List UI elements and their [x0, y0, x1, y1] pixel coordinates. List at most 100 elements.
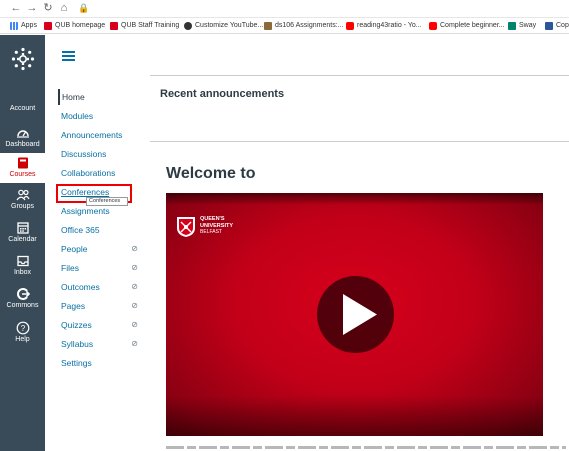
bookmark-qub-homepage[interactable]: QUB homepage — [44, 20, 105, 32]
bookmarks-bar: Apps QUB homepage QUB Staff Training Cus… — [0, 18, 569, 34]
course-nav-outcomes[interactable]: Outcomes ⊘ — [58, 279, 148, 295]
bookmark-apps[interactable]: Apps — [10, 20, 37, 32]
nav-groups-label: Groups — [11, 203, 34, 210]
inbox-icon — [16, 255, 29, 267]
calendar-icon — [16, 222, 29, 234]
bookmark-label: Cop — [556, 22, 569, 29]
course-nav-label: Syllabus — [61, 339, 94, 349]
course-nav-label: Assignments — [61, 206, 110, 216]
course-nav-label: Office 365 — [61, 225, 100, 235]
nav-help-label: Help — [15, 336, 30, 343]
content-divider — [150, 141, 569, 142]
help-question-icon: ? — [16, 321, 29, 335]
nav-groups[interactable]: Groups — [0, 185, 45, 215]
course-nav-modules[interactable]: Modules — [58, 108, 148, 124]
course-nav-announcements[interactable]: Announcements — [58, 127, 148, 143]
back-icon[interactable]: ← — [10, 2, 22, 14]
youtube-favicon-icon — [429, 22, 437, 30]
groups-icon — [16, 189, 30, 201]
home-icon[interactable]: ⌂ — [58, 2, 70, 14]
course-nav-home[interactable]: Home — [58, 89, 148, 105]
canvas-logo-icon[interactable] — [11, 47, 35, 71]
video-top-shade — [166, 193, 543, 205]
bookmark-label: ds106 Assignments:... — [275, 22, 344, 29]
apps-grid-icon — [10, 22, 18, 30]
course-nav-office-365[interactable]: Office 365 — [58, 222, 148, 238]
bookmark-reading43ratio[interactable]: reading43ratio - Yo... — [346, 20, 422, 32]
course-nav-settings[interactable]: Settings — [58, 355, 148, 371]
course-nav-label: Quizzes — [61, 320, 92, 330]
welcome-heading: Welcome to — [166, 165, 256, 182]
nav-inbox[interactable]: Inbox — [0, 251, 45, 281]
play-button[interactable] — [317, 276, 394, 353]
bookmark-label: Apps — [21, 22, 37, 29]
course-nav-pages[interactable]: Pages ⊘ — [58, 298, 148, 314]
link-tooltip: Conferences — [86, 197, 128, 206]
youtube-favicon-icon — [346, 22, 354, 30]
forward-icon[interactable]: → — [26, 2, 38, 14]
bookmark-label: reading43ratio - Yo... — [357, 22, 422, 29]
course-nav-label: Pages — [61, 301, 86, 311]
qub-favicon-icon — [110, 22, 118, 30]
nav-dashboard-label: Dashboard — [5, 141, 40, 148]
nav-calendar[interactable]: Calendar — [0, 218, 45, 248]
course-nav-syllabus[interactable]: Syllabus ⊘ — [58, 336, 148, 352]
nav-commons-label: Commons — [6, 302, 39, 309]
course-nav-label: Home — [62, 92, 85, 102]
qub-crest-icon — [177, 217, 195, 237]
course-nav-discussions[interactable]: Discussions — [58, 146, 148, 162]
course-nav-label: Announcements — [61, 130, 123, 140]
play-icon — [343, 294, 377, 335]
page-body-text-cutoff — [166, 443, 566, 451]
course-nav-collaborations[interactable]: Collaborations — [58, 165, 148, 181]
bookmark-label: Customize YouTube... — [195, 22, 264, 29]
course-nav-quizzes[interactable]: Quizzes ⊘ — [58, 317, 148, 333]
nav-courses[interactable]: Courses — [0, 153, 45, 183]
course-nav-label: Discussions — [61, 149, 107, 159]
nav-help[interactable]: ? Help — [0, 318, 45, 348]
course-nav-label: People — [61, 244, 88, 254]
svg-text:?: ? — [20, 324, 25, 333]
course-nav-label: Files — [61, 263, 79, 273]
nav-account[interactable]: Account — [0, 91, 45, 123]
course-nav-label: Modules — [61, 111, 94, 121]
courses-book-icon — [17, 157, 28, 169]
browser-toolbar: ← → ↻ ⌂ 🔒 — [0, 0, 569, 18]
bookmark-ds106[interactable]: ds106 Assignments:... — [264, 20, 343, 32]
qub-logo: QUEEN'S UNIVERSITY BELFAST — [176, 216, 233, 238]
doc-favicon-icon — [545, 22, 553, 30]
dashboard-icon — [16, 130, 29, 138]
qub-favicon-icon — [44, 22, 52, 30]
header-divider — [150, 75, 569, 76]
hidden-eye-icon: ⊘ — [131, 244, 138, 253]
nav-dashboard[interactable]: Dashboard — [0, 123, 45, 153]
nav-courses-label: Courses — [9, 171, 36, 178]
global-nav: Account Dashboard Courses Groups Calenda… — [0, 35, 45, 451]
hidden-eye-icon: ⊘ — [131, 320, 138, 329]
commons-icon — [16, 288, 30, 300]
globe-favicon-icon — [184, 22, 192, 30]
bookmark-label: Complete beginner... — [440, 22, 505, 29]
bookmark-sway[interactable]: Sway — [508, 20, 536, 32]
bookmark-complete-beginner[interactable]: Complete beginner... — [429, 20, 505, 32]
course-nav-people[interactable]: People ⊘ — [58, 241, 148, 257]
video-player[interactable]: QUEEN'S UNIVERSITY BELFAST — [166, 193, 543, 436]
nav-account-label: Account — [9, 105, 36, 112]
ds106-favicon-icon — [264, 22, 272, 30]
nav-calendar-label: Calendar — [8, 236, 37, 243]
course-nav-label: Collaborations — [61, 168, 116, 178]
recent-announcements-heading: Recent announcements — [160, 88, 285, 100]
course-nav-label: Outcomes — [61, 282, 100, 292]
course-nav-files[interactable]: Files ⊘ — [58, 260, 148, 276]
nav-commons[interactable]: Commons — [0, 284, 45, 314]
course-menu-toggle-icon[interactable] — [62, 51, 75, 61]
lock-icon[interactable]: 🔒 — [78, 3, 89, 14]
bookmark-customize-youtube[interactable]: Customize YouTube... — [184, 20, 263, 32]
reload-icon[interactable]: ↻ — [42, 2, 54, 14]
qub-wordmark: QUEEN'S UNIVERSITY BELFAST — [200, 216, 233, 236]
hidden-eye-icon: ⊘ — [131, 301, 138, 310]
bookmark-cop[interactable]: Cop — [545, 20, 569, 32]
bookmark-qub-staff-training[interactable]: QUB Staff Training — [110, 20, 179, 32]
sway-favicon-icon — [508, 22, 516, 30]
bookmark-label: Sway — [519, 22, 537, 29]
